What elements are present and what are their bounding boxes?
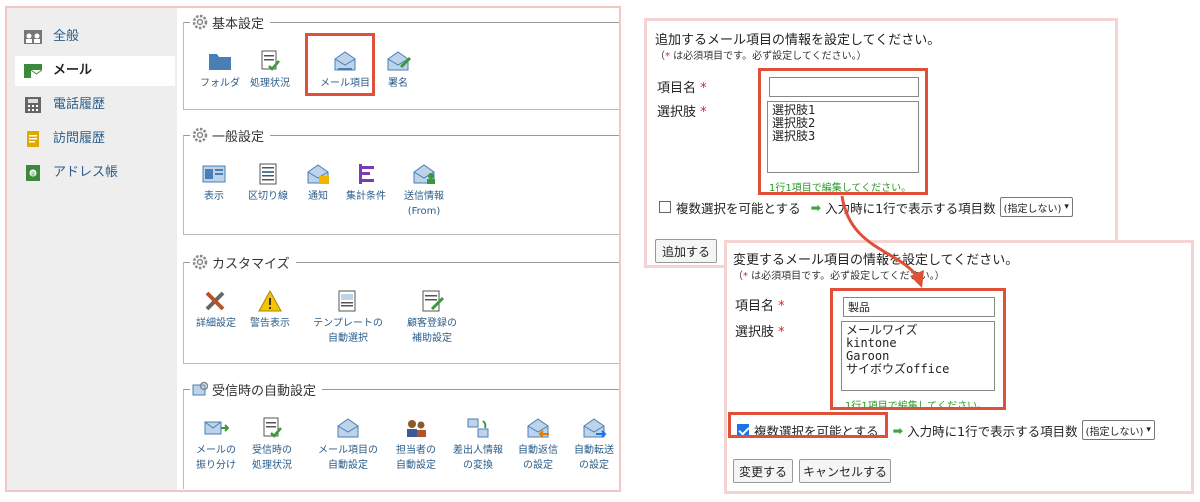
mail-notify-icon — [307, 164, 329, 184]
phone-icon — [25, 97, 41, 113]
sidebar-item-label: アドレス帳 — [53, 165, 119, 180]
tool-template-auto-select[interactable]: テンプレートの 自動選択 — [312, 289, 384, 346]
tool-warning-display[interactable]: 警告表示 — [234, 289, 306, 331]
folder-icon — [209, 54, 231, 70]
checklist-icon — [261, 50, 280, 71]
section-title: カスタマイズ — [190, 253, 296, 272]
rows-label: 入力時に1行で表示する項目数 — [907, 423, 1078, 439]
tool-mail-item-auto[interactable]: メール項目の 自動設定 — [312, 416, 384, 473]
address-book-icon: @ — [26, 165, 40, 181]
mail-folder-icon — [24, 64, 43, 78]
choices-label: 選択肢 * — [657, 105, 707, 120]
arrow-right-icon: ➡ — [810, 199, 822, 215]
template-icon — [338, 290, 356, 312]
gear-icon — [192, 254, 208, 270]
change-button[interactable]: 変更する — [733, 459, 793, 483]
tools-icon — [205, 291, 225, 311]
sidebar-item-label: 電話履歴 — [53, 97, 106, 112]
tool-auto-forward[interactable]: 自動転送 の設定 — [558, 416, 630, 473]
sidebar: 全般 メール 電話履歴 訪問履歴 @ アドレス帳 — [7, 8, 177, 490]
chevron-down-icon: ▾ — [1146, 425, 1151, 435]
svg-text:@: @ — [31, 171, 36, 177]
sidebar-item-address-book[interactable]: @ アドレス帳 — [15, 158, 175, 188]
sidebar-item-general[interactable]: 全般 — [15, 22, 175, 52]
multi-select-checkbox[interactable] — [659, 201, 671, 213]
highlight-edit-fields — [830, 288, 1006, 410]
sidebar-item-label: 訪問履歴 — [53, 131, 106, 146]
cancel-button[interactable]: キャンセルする — [799, 459, 891, 483]
gear-icon — [192, 14, 208, 30]
section-general-settings: 一般設定 表示 区切り線 通知 集計条件 送信情報 (From) — [183, 126, 619, 235]
mail-forward-icon — [583, 418, 607, 438]
auto-mail-icon — [192, 381, 208, 396]
item-name-label: 項目名 * — [657, 81, 707, 96]
person-group-icon — [24, 30, 42, 44]
display-icon — [202, 165, 226, 183]
highlight-mail-items — [305, 33, 375, 96]
warning-icon — [258, 289, 282, 312]
mail-person-icon — [413, 164, 435, 184]
mail-sort-icon — [204, 421, 229, 435]
section-title: 基本設定 — [190, 13, 271, 32]
people-icon — [407, 420, 426, 437]
gear-icon — [192, 127, 208, 143]
document-icon — [27, 131, 39, 147]
section-auto-receive: 受信時の自動設定 メールの 振り分け 受信時の 処理状況 メール項目の 自動設定 担当… — [183, 380, 619, 489]
highlight-multi-select — [728, 412, 888, 438]
tool-process-status[interactable]: 処理状況 — [234, 49, 306, 91]
mail-sign-icon — [387, 51, 411, 71]
required-note: （* は必須項目です。必ず設定してください。） — [655, 51, 867, 62]
add-button[interactable]: 追加する — [655, 239, 717, 263]
section-customize: カスタマイズ 詳細設定 警告表示 テンプレートの 自動選択 顧客登録の 補助設定 — [183, 253, 619, 364]
form-heading: 追加するメール項目の情報を設定してください。 — [655, 33, 941, 48]
tool-sender-info[interactable]: 送信情報 (From) — [388, 162, 460, 219]
settings-panel: 全般 メール 電話履歴 訪問履歴 @ アドレス帳 基本設定 フォルダ 処理状況 … — [5, 6, 621, 492]
sidebar-item-label: メール — [53, 63, 93, 78]
register-icon — [422, 290, 445, 312]
sidebar-item-mail[interactable]: メール — [15, 56, 175, 86]
aggregate-icon — [359, 164, 374, 184]
multi-select-label: 複数選択を可能とする — [676, 200, 801, 216]
rows-select[interactable]: (指定しない) ▾ — [1081, 420, 1155, 440]
section-title: 受信時の自動設定 — [190, 380, 323, 399]
chevron-down-icon: ▾ — [1064, 202, 1069, 212]
sidebar-item-visit-history[interactable]: 訪問履歴 — [15, 124, 175, 154]
arrow-right-icon: ➡ — [892, 422, 904, 438]
tool-receive-status[interactable]: 受信時の 処理状況 — [236, 416, 308, 473]
mail-reply-icon — [527, 418, 549, 438]
highlight-add-fields — [758, 68, 928, 195]
mail-edit-icon — [337, 418, 359, 438]
tool-customer-registration-helper[interactable]: 顧客登録の 補助設定 — [396, 289, 468, 346]
connector-arrow-icon — [840, 195, 924, 288]
choices-label: 選択肢 * — [735, 325, 785, 340]
section-title: 一般設定 — [190, 126, 271, 145]
separator-icon — [259, 163, 277, 185]
section-basic-settings: 基本設定 フォルダ 処理状況 メール項目 署名 — [183, 13, 619, 110]
checklist-icon — [263, 417, 282, 438]
sidebar-item-label: 全般 — [53, 29, 80, 44]
item-name-label: 項目名 * — [735, 299, 785, 314]
rows-select[interactable]: (指定しない) ▾ — [999, 197, 1073, 217]
sidebar-item-phone-history[interactable]: 電話履歴 — [15, 90, 175, 120]
convert-icon — [467, 418, 489, 438]
